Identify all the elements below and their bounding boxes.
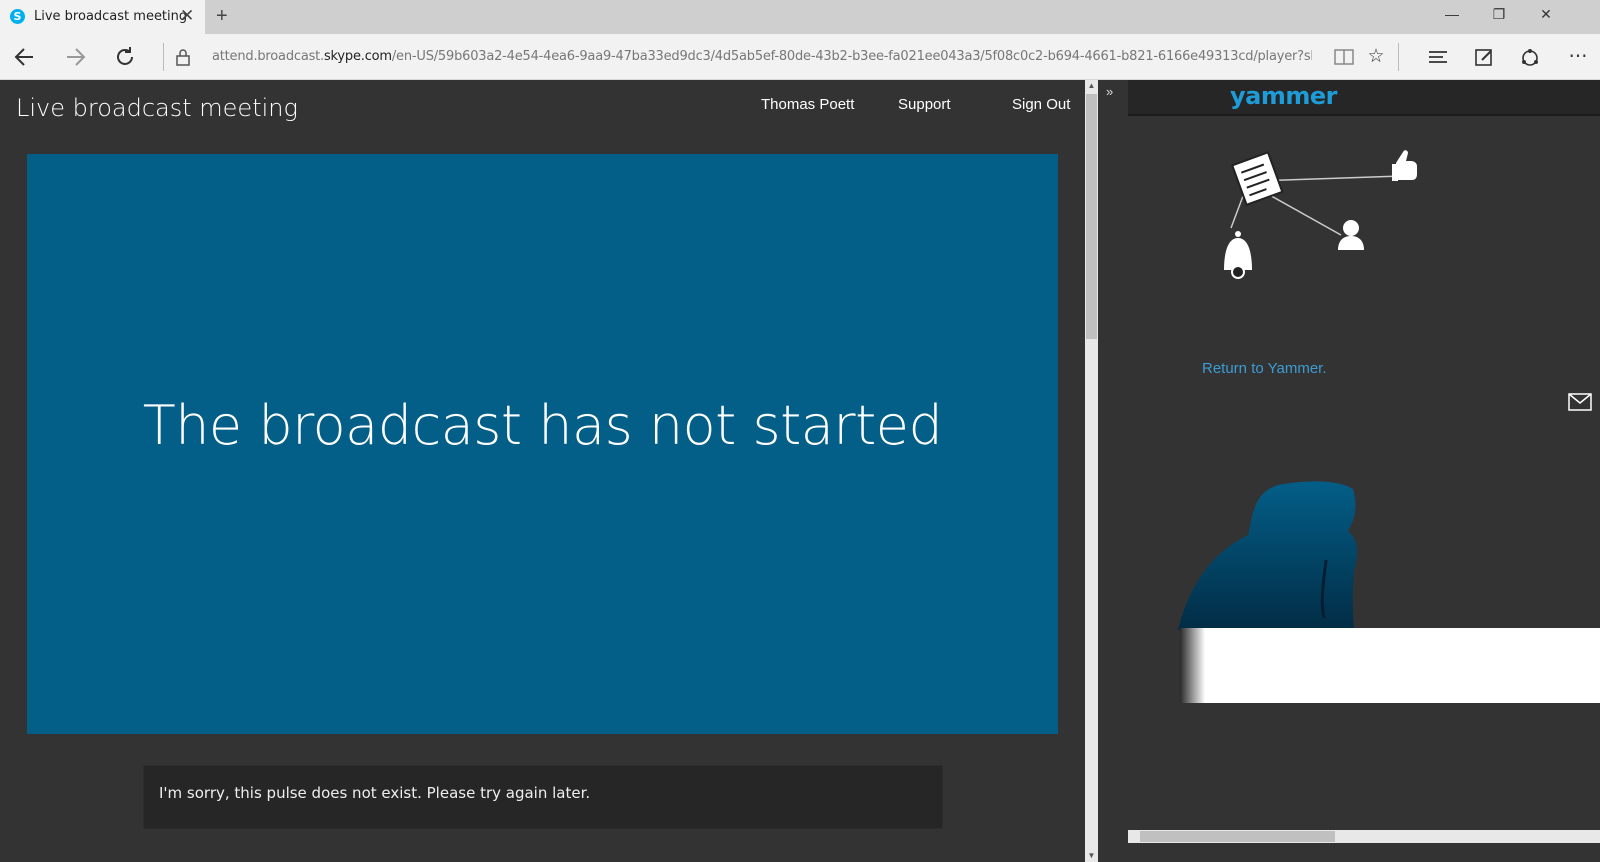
collapse-pane-icon[interactable]: » <box>1106 84 1113 99</box>
scroll-up-icon[interactable]: ▲ <box>1085 80 1098 92</box>
reading-view-icon[interactable] <box>1330 43 1358 71</box>
toolbar-separator <box>1398 43 1399 71</box>
broadcast-pane: Live broadcast meeting Thomas Poett Supp… <box>0 80 1085 862</box>
video-player[interactable]: The broadcast has not started <box>27 154 1058 734</box>
url-domain: skype.com <box>323 49 392 64</box>
nav-separator <box>163 43 164 71</box>
pulse-panel: I'm sorry, this pulse does not exist. Pl… <box>143 765 943 829</box>
page-title: Live broadcast meeting <box>16 94 298 122</box>
web-note-icon[interactable] <box>1470 43 1498 71</box>
back-icon[interactable] <box>10 43 40 71</box>
window-close-icon[interactable]: ✕ <box>1536 6 1556 23</box>
empty-state-illustration <box>1178 481 1600 703</box>
browser-tab[interactable]: S Live broadcast meeting ✕ <box>0 0 205 34</box>
url-path: /en-US/59b603a2-4e54-4ea6-9aa9-47ba33ed9… <box>391 49 1312 64</box>
tab-title: Live broadcast meeting <box>34 9 188 24</box>
scroll-thumb[interactable] <box>1086 94 1097 339</box>
horizontal-scroll-thumb[interactable] <box>1140 831 1335 842</box>
mail-icon[interactable] <box>1568 393 1592 411</box>
new-tab-icon[interactable]: + <box>216 5 228 27</box>
horizontal-scrollbar[interactable] <box>1128 830 1600 843</box>
user-name-link[interactable]: Thomas Poett <box>761 96 854 113</box>
lock-icon <box>168 43 198 71</box>
vertical-scrollbar[interactable]: ▲ ▼ <box>1085 80 1098 862</box>
yammer-logo: yammer <box>1230 82 1337 110</box>
more-icon[interactable]: ⋯ <box>1564 43 1592 71</box>
pulse-error-message: I'm sorry, this pulse does not exist. Pl… <box>159 784 591 802</box>
social-network-illustration <box>1224 150 1417 279</box>
browser-nav-bar: attend.broadcast.skype.com/en-US/59b603a… <box>0 34 1600 80</box>
browser-tab-bar: S Live broadcast meeting ✕ + — ❐ ✕ <box>0 0 1600 34</box>
sign-out-link[interactable]: Sign Out <box>1012 96 1070 113</box>
broadcast-status-message: The broadcast has not started <box>142 394 943 457</box>
favorite-star-icon[interactable]: ☆ <box>1362 43 1390 71</box>
share-icon[interactable] <box>1516 43 1544 71</box>
return-to-yammer-link[interactable]: Return to Yammer. <box>1202 360 1327 377</box>
support-link[interactable]: Support <box>898 96 951 113</box>
forward-icon[interactable] <box>60 43 90 71</box>
scroll-down-icon[interactable]: ▼ <box>1085 850 1098 862</box>
minimize-icon[interactable]: — <box>1442 6 1462 22</box>
yammer-header: yammer <box>1128 80 1600 116</box>
yammer-pane: » yammer Return to Yammer. <box>1098 80 1600 862</box>
skype-icon: S <box>10 9 25 24</box>
url-prefix: attend.broadcast. <box>212 49 324 64</box>
close-tab-icon[interactable]: ✕ <box>180 7 194 25</box>
page-content: Live broadcast meeting Thomas Poett Supp… <box>0 80 1600 862</box>
refresh-icon[interactable] <box>110 43 140 71</box>
restore-icon[interactable]: ❐ <box>1489 6 1509 23</box>
hub-icon[interactable] <box>1424 43 1452 71</box>
address-bar[interactable]: attend.broadcast.skype.com/en-US/59b603a… <box>212 49 1312 64</box>
